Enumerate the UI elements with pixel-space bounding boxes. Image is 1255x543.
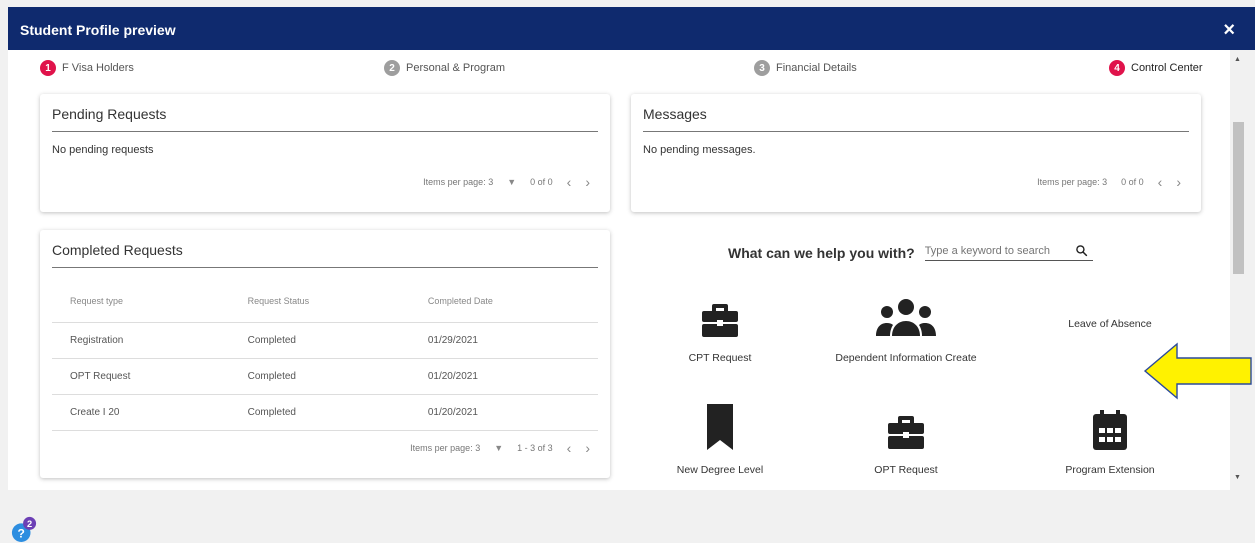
close-icon[interactable]: × [1223,19,1235,42]
page-range: 0 of 0 [1121,177,1144,187]
tile-cpt-request[interactable]: CPT Request [630,292,810,364]
messages-paginator: Items per page: 3 0 of 0 ‹ › [1037,174,1181,190]
items-per-page-dropdown-icon[interactable]: ▼ [494,443,503,453]
completed-requests-title: Completed Requests [52,242,183,258]
prev-page-icon[interactable]: ‹ [567,174,572,190]
scroll-down-icon[interactable]: ▼ [1234,474,1241,481]
step-f-visa-holders[interactable]: 1 F Visa Holders [40,60,134,76]
items-per-page-dropdown-icon[interactable]: ▼ [507,177,516,187]
tile-label: Leave of Absence [1068,318,1152,330]
scroll-up-icon[interactable]: ▲ [1234,56,1241,63]
step-personal-program[interactable]: 2 Personal & Program [384,60,505,76]
step-number: 1 [40,60,56,76]
request-status-cell: Completed [229,358,410,395]
items-per-page-label: Items per page: 3 [423,177,494,187]
scrollbar-thumb[interactable] [1233,122,1244,274]
tile-label: OPT Request [874,464,938,476]
modal-body: 1 F Visa Holders 2 Personal & Program 3 … [8,50,1230,490]
step-label: F Visa Holders [62,62,134,74]
items-per-page-label: Items per page: 3 [410,443,481,453]
next-page-icon[interactable]: › [585,440,590,456]
tile-leave-of-absence[interactable]: Leave of Absence [1020,304,1200,330]
briefcase-icon [702,304,738,337]
pending-requests-title: Pending Requests [52,106,167,122]
search-icon[interactable] [1075,244,1088,257]
help-question-icon[interactable]: ? 2 [11,516,37,542]
table-header-row: Request type Request Status Completed Da… [52,280,598,323]
page-range: 1 - 3 of 3 [517,443,553,453]
completed-date-cell: 01/20/2021 [409,394,598,431]
yellow-arrow-annotation [1143,342,1252,400]
column-header: Request type [52,280,230,323]
tile-label: Dependent Information Create [835,352,977,364]
items-per-page-label: Items per page: 3 [1037,177,1108,187]
stepper: 1 F Visa Holders 2 Personal & Program 3 … [8,60,1230,80]
messages-empty-text: No pending messages. [643,144,756,156]
pending-empty-text: No pending requests [52,144,154,156]
calendar-icon [1093,410,1127,450]
column-header: Request Status [229,280,410,323]
column-header: Completed Date [409,280,598,323]
page-range: 0 of 0 [530,177,553,187]
divider [643,131,1189,132]
completed-requests-card: Completed Requests Request type Request … [40,230,610,478]
request-type-cell: Registration [52,322,230,359]
completed-requests-table: Request type Request Status Completed Da… [52,280,598,431]
prev-page-icon[interactable]: ‹ [567,440,572,456]
request-status-cell: Completed [229,322,410,359]
next-page-icon[interactable]: › [585,174,590,190]
prev-page-icon[interactable]: ‹ [1158,174,1163,190]
pending-requests-card: Pending Requests No pending requests Ite… [40,94,610,212]
notification-badge: 2 [27,519,32,529]
help-question: What can we help you with? [728,244,915,261]
bookmark-icon [707,404,733,450]
search-input[interactable] [924,244,1061,257]
tile-dependent-information-create[interactable]: Dependent Information Create [816,292,996,364]
completed-date-cell: 01/20/2021 [409,358,598,395]
search-field [924,244,1093,261]
tile-opt-request[interactable]: OPT Request [816,404,996,476]
divider [52,131,598,132]
next-page-icon[interactable]: › [1176,174,1181,190]
tile-label: New Degree Level [676,464,764,476]
step-control-center[interactable]: 4 Control Center [1109,60,1203,76]
completed-paginator: Items per page: 3 ▼ 1 - 3 of 3 ‹ › [410,440,590,456]
step-financial-details[interactable]: 3 Financial Details [754,60,857,76]
request-type-cell: Create I 20 [52,394,230,431]
step-number: 4 [1109,60,1125,76]
scrollbar[interactable]: ▲ ▼ [1230,50,1247,490]
tile-label: Program Extension [1065,464,1155,476]
step-number: 2 [384,60,400,76]
messages-title: Messages [643,106,707,122]
table-row[interactable]: Registration Completed 01/29/2021 [52,322,598,359]
table-row[interactable]: OPT Request Completed 01/20/2021 [52,358,598,395]
briefcase-icon [888,416,924,449]
tile-program-extension[interactable]: Program Extension [1020,404,1200,476]
divider [52,267,598,268]
pending-paginator: Items per page: 3 ▼ 0 of 0 ‹ › [423,174,590,190]
request-status-cell: Completed [229,394,410,431]
step-label: Personal & Program [406,62,506,74]
modal-title: Student Profile preview [20,22,176,38]
step-label: Control Center [1131,62,1203,74]
step-number: 3 [754,60,770,76]
tile-new-degree-level[interactable]: New Degree Level [630,404,810,476]
help-glyph: ? [18,526,25,540]
modal-header: Student Profile preview × [8,7,1255,50]
tile-label: CPT Request [688,352,752,364]
request-type-cell: OPT Request [52,358,230,395]
completed-date-cell: 01/29/2021 [409,322,598,359]
table-row[interactable]: Create I 20 Completed 01/20/2021 [52,394,598,431]
users-icon [876,299,936,336]
messages-card: Messages No pending messages. Items per … [631,94,1201,212]
step-label: Financial Details [776,62,857,74]
help-search-section: What can we help you with? [728,244,1093,261]
